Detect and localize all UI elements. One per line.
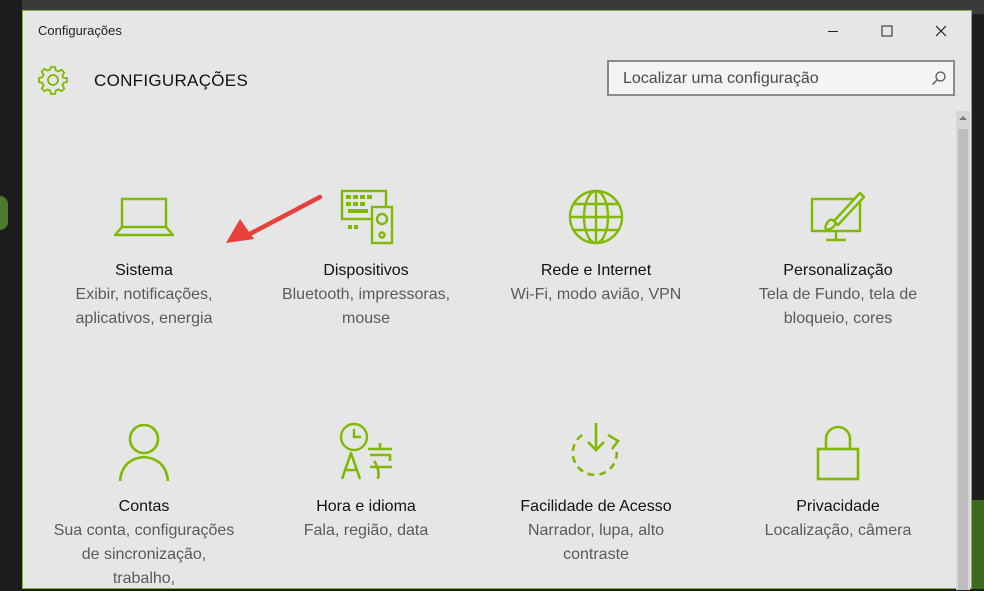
title-bar[interactable]: Configurações — [23, 11, 971, 49]
ease-of-access-icon — [571, 423, 620, 477]
close-button[interactable] — [918, 17, 964, 45]
person-icon — [118, 423, 170, 482]
tile-rede-internet-desc: Wi-Fi, modo avião, VPN — [510, 286, 682, 303]
lock-icon — [816, 425, 860, 481]
page-title: CONFIGURAÇÕES — [94, 71, 249, 90]
tile-hora-idioma[interactable]: Hora e idioma Fala, região, data — [268, 421, 464, 543]
desktop-left-edge — [0, 0, 22, 589]
tile-personalizacao[interactable]: Personalização Tela de Fundo, tela de bl… — [740, 185, 936, 331]
vertical-scrollbar[interactable] — [956, 111, 970, 590]
tile-dispositivos-desc: Bluetooth, impressoras, mouse — [281, 286, 451, 327]
time-language-icon — [339, 422, 392, 480]
tile-privacidade-name: Privacidade — [796, 498, 880, 515]
search-box[interactable] — [607, 60, 955, 96]
tile-hora-idioma-desc: Fala, região, data — [303, 522, 429, 539]
desktop-right-fragment — [970, 500, 984, 589]
settings-window: Configurações CONFIGURAÇÕES Localizar um… — [22, 10, 972, 591]
personalization-icon — [810, 191, 866, 242]
tile-contas-desc: Sua conta, configurações de sincronizaçã… — [53, 522, 235, 587]
maximize-icon — [881, 25, 893, 37]
devices-icon — [340, 189, 394, 245]
tile-dispositivos-name: Dispositivos — [323, 262, 409, 279]
tile-personalizacao-desc: Tela de Fundo, tela de bloqueio, cores — [758, 286, 918, 327]
laptop-icon — [113, 197, 175, 237]
search-input[interactable] — [621, 68, 925, 90]
tile-privacidade[interactable]: Privacidade Localização, câmera — [740, 421, 936, 543]
tile-privacidade-desc: Localização, câmera — [764, 522, 912, 539]
tile-hora-idioma-name: Hora e idioma — [316, 498, 416, 515]
tile-contas[interactable]: Contas Sua conta, configurações de sincr… — [46, 421, 242, 591]
tile-personalizacao-name: Personalização — [783, 262, 893, 279]
maximize-button[interactable] — [864, 17, 910, 45]
annotation-arrow-icon — [226, 194, 323, 243]
tile-facilidade-acesso[interactable]: Facilidade de Acesso Narrador, lupa, alt… — [498, 421, 694, 567]
desktop-icon-fragment — [0, 196, 8, 230]
tile-sistema-desc: Exibir, notificações, aplicativos, energ… — [75, 286, 213, 327]
scrollbar-thumb[interactable] — [958, 129, 968, 590]
tile-facilidade-acesso-desc: Narrador, lupa, alto contraste — [527, 522, 665, 563]
tile-facilidade-acesso-name: Facilidade de Acesso — [520, 498, 672, 515]
tile-contas-name: Contas — [118, 498, 170, 515]
search-icon[interactable] — [931, 70, 947, 86]
scroll-up-button[interactable] — [956, 111, 970, 125]
tile-rede-internet[interactable]: Rede e Internet Wi-Fi, modo avião, VPN — [498, 185, 694, 307]
window-title: Configurações — [38, 23, 122, 38]
minimize-icon — [828, 31, 838, 32]
tile-rede-internet-name: Rede e Internet — [540, 262, 652, 279]
close-icon — [935, 25, 947, 37]
chevron-up-icon — [959, 116, 967, 120]
tile-sistema-name: Sistema — [115, 262, 173, 279]
gear-icon — [38, 66, 68, 95]
globe-icon — [568, 189, 624, 245]
minimize-button[interactable] — [810, 17, 856, 45]
tile-sistema[interactable]: Sistema Exibir, notificações, aplicativo… — [46, 185, 242, 331]
